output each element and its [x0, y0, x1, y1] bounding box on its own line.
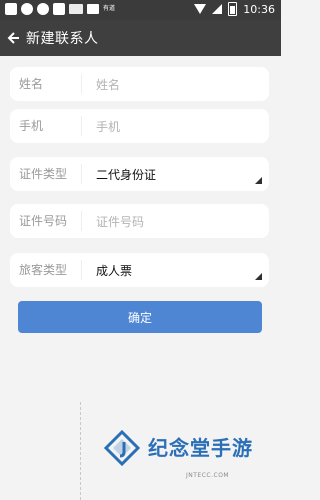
name-label: 姓名 [10, 74, 82, 94]
text-icon: 有道 [103, 5, 116, 12]
id-number-label: 证件号码 [10, 211, 82, 231]
square-icon [53, 3, 65, 15]
id-number-field[interactable]: 证件号码 证件号码 [10, 204, 269, 238]
image-icon [87, 4, 99, 14]
dashed-divider [80, 402, 81, 500]
phone-label: 手机 [10, 116, 82, 136]
dropdown-corner-icon [255, 273, 262, 280]
id-number-input[interactable]: 证件号码 [82, 213, 144, 230]
back-arrow-icon-svg [7, 32, 19, 44]
watermark-url: JNTECC.COM [186, 472, 230, 479]
app-header: 新建联系人 [0, 20, 281, 56]
page-title: 新建联系人 [26, 31, 99, 47]
clock: 10:36 [243, 2, 275, 16]
id-type-value[interactable]: 二代身份证 [82, 166, 156, 183]
passenger-type-select[interactable]: 旅客类型 成人票 [10, 253, 269, 287]
name-field[interactable]: 姓名 姓名 [10, 67, 269, 101]
passenger-type-value[interactable]: 成人票 [82, 262, 132, 279]
circle-icon [21, 3, 33, 15]
square-icon [5, 3, 17, 15]
id-type-select[interactable]: 证件类型 二代身份证 [10, 157, 269, 191]
dropdown-corner-icon [255, 177, 262, 184]
circle-icon [37, 3, 49, 15]
battery-icon [228, 2, 238, 16]
keyboard-icon [69, 4, 83, 14]
phone-input[interactable]: 手机 [82, 118, 120, 135]
name-input[interactable]: 姓名 [82, 76, 120, 93]
phone-field[interactable]: 手机 手机 [10, 109, 269, 143]
signal-icon [212, 4, 223, 14]
confirm-button[interactable]: 确定 [18, 301, 262, 333]
watermark-logo-icon [104, 430, 140, 466]
id-type-label: 证件类型 [10, 164, 82, 184]
status-right: 10:36 [194, 2, 275, 16]
back-arrow-icon[interactable] [4, 29, 22, 47]
watermark-text: 纪念堂手游 [148, 436, 253, 460]
wifi-icon [194, 4, 207, 14]
status-bar: 有道 10:36 [0, 0, 281, 20]
watermark: 纪念堂手游 JNTECC.COM [104, 428, 274, 488]
passenger-type-label: 旅客类型 [10, 260, 82, 280]
status-left-icons: 有道 [5, 3, 117, 15]
